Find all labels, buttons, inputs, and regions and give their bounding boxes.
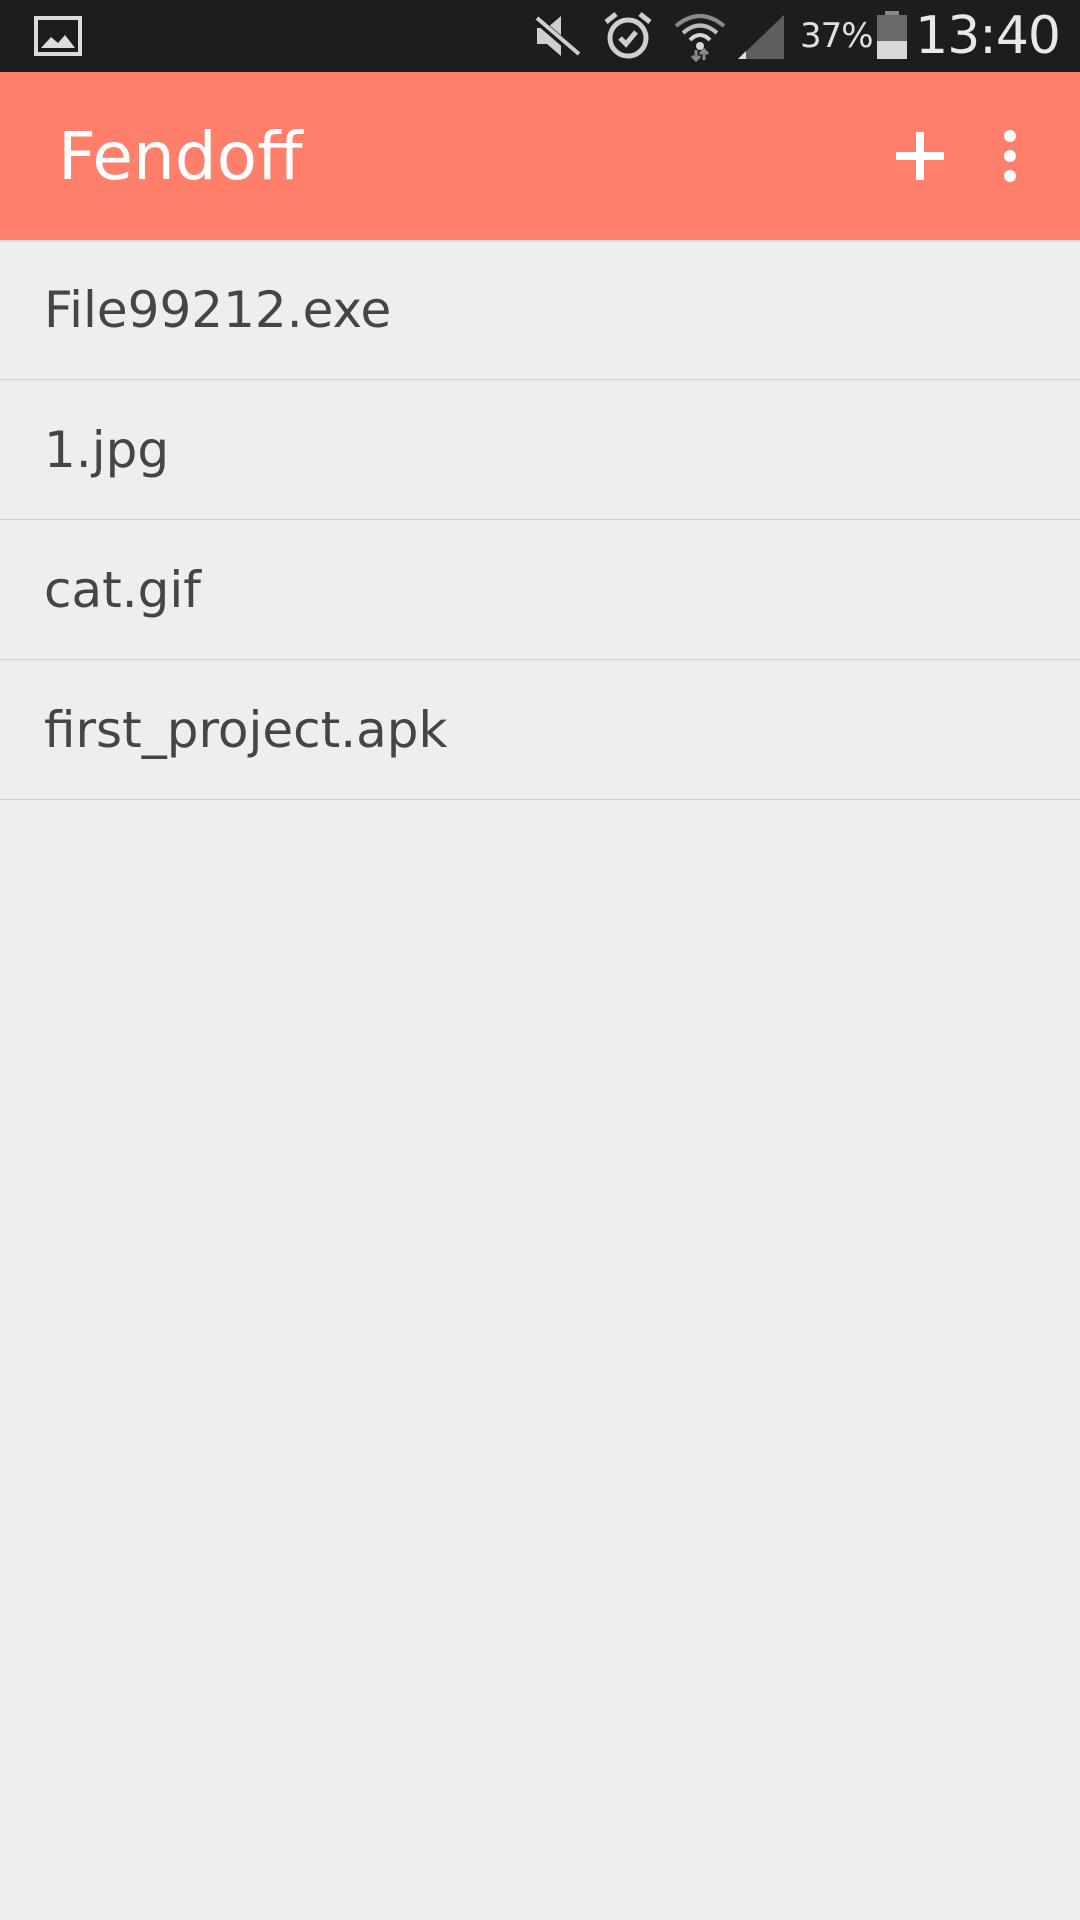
add-button[interactable] [880,72,960,240]
wifi-icon [670,0,730,72]
file-list-item[interactable]: 1.jpg [0,380,1080,520]
file-name: File99212.exe [44,280,392,339]
file-name: 1.jpg [44,420,170,479]
overflow-menu-icon [1004,130,1016,182]
signal-icon [734,0,788,72]
gallery-icon [30,0,86,72]
add-icon [896,132,944,180]
file-list-item[interactable]: File99212.exe [0,240,1080,380]
file-name: first_project.apk [44,700,448,759]
mute-icon [530,0,584,72]
overflow-menu-button[interactable] [980,72,1040,240]
clock: 13:40 [915,6,1061,66]
file-name: cat.gif [44,560,201,619]
file-list: File99212.exe 1.jpg cat.gif first_projec… [0,240,1080,800]
app-title: Fendoff [58,117,303,195]
status-bar: 37% 13:40 [0,0,1080,72]
file-list-item[interactable]: first_project.apk [0,660,1080,800]
battery-percent: 37% [800,16,874,56]
app-bar: Fendoff [0,72,1080,240]
alarm-icon [600,0,656,72]
file-list-item[interactable]: cat.gif [0,520,1080,660]
battery-icon [872,0,912,72]
